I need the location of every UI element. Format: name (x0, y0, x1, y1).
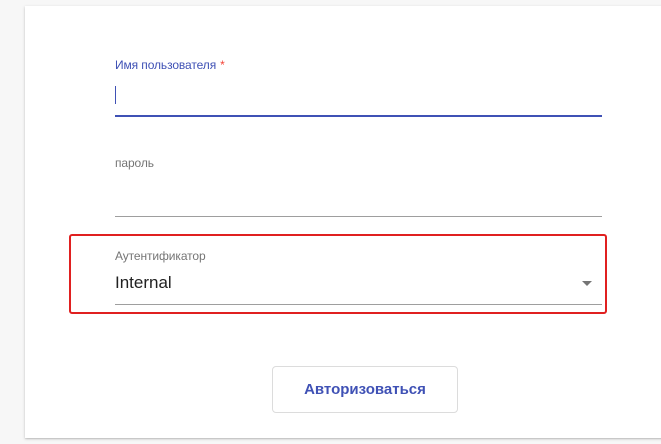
required-mark: * (220, 58, 225, 72)
username-underline (115, 115, 602, 117)
login-card: Имя пользователя * пароль Аутентификатор … (25, 6, 661, 438)
username-label: Имя пользователя * (115, 58, 225, 72)
text-cursor (115, 86, 116, 104)
password-underline (115, 216, 602, 217)
page: Имя пользователя * пароль Аутентификатор … (0, 0, 661, 444)
username-label-text: Имя пользователя (115, 58, 217, 72)
password-field[interactable]: пароль (115, 156, 602, 218)
username-field[interactable]: Имя пользователя * (115, 58, 602, 118)
password-label: пароль (115, 156, 154, 170)
login-button[interactable]: Авторизоваться (272, 366, 458, 413)
highlight-box (69, 234, 607, 314)
